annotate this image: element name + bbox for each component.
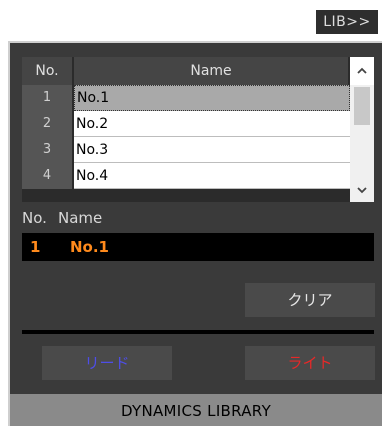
list-item[interactable]: 4 No.4: [22, 163, 350, 189]
list-item[interactable]: 2 No.2: [22, 111, 350, 137]
column-header-no: No.: [22, 57, 72, 85]
library-panel: No. Name 1 No.1 2 No.2 3 No.3 4 No.4 No.…: [8, 41, 382, 426]
library-list: No. Name 1 No.1 2 No.2 3 No.3 4 No.4: [22, 57, 374, 202]
list-item-no: 2: [22, 111, 72, 137]
list-item-name: No.3: [74, 137, 350, 163]
current-no-label: No.: [22, 209, 47, 227]
current-name-value: No.1: [70, 238, 109, 256]
lib-toggle-button[interactable]: LIB>>: [316, 10, 378, 34]
panel-title: DYNAMICS LIBRARY: [10, 394, 382, 426]
current-no-value: 1: [30, 238, 41, 256]
current-entry-field[interactable]: 1 No.1: [22, 233, 374, 261]
dynamics-library-window: LIB>> No. Name 1 No.1 2 No.2 3 No.3 4 No…: [0, 0, 382, 426]
current-name-label: Name: [58, 209, 103, 227]
list-item-no: 4: [22, 163, 72, 189]
list-scrollbar[interactable]: [350, 57, 374, 202]
list-item[interactable]: 1 No.1: [22, 85, 350, 111]
list-item[interactable]: 3 No.3: [22, 137, 350, 163]
list-item-no: 1: [22, 85, 72, 111]
column-header-name: Name: [74, 57, 348, 85]
list-item-name: No.2: [74, 111, 350, 137]
chevron-down-icon[interactable]: [350, 178, 374, 202]
list-item-name: No.1: [74, 85, 350, 111]
divider: [22, 330, 374, 334]
write-button[interactable]: ライト: [245, 346, 375, 380]
list-item-no: 3: [22, 137, 72, 163]
list-item-name: No.4: [74, 163, 350, 189]
read-button[interactable]: リード: [42, 346, 172, 380]
scroll-thumb[interactable]: [354, 87, 370, 125]
chevron-up-icon[interactable]: [350, 57, 374, 85]
clear-button[interactable]: クリア: [245, 283, 375, 317]
